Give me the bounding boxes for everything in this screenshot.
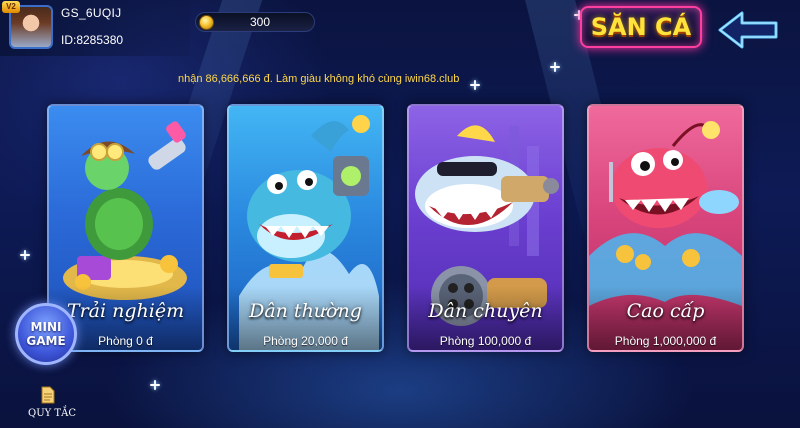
arrow-left-icon (718, 11, 778, 49)
room-name: Cao cấp (626, 300, 705, 322)
mini-game-label: MINI GAME (18, 320, 74, 348)
coin-balance[interactable]: 300 (195, 12, 315, 32)
coin-value: 300 (249, 15, 271, 29)
rules-button[interactable]: QUY TẮC (24, 386, 80, 426)
vip-badge: V2 (2, 1, 20, 13)
room-card-pro[interactable]: Dân chuyên Phòng 100,000 đ (407, 104, 564, 352)
room-card-vip[interactable]: Cao cấp Phòng 1,000,000 đ (587, 104, 744, 352)
username: GS_6UQIJ (61, 6, 122, 20)
sparkle-icon (550, 62, 560, 72)
back-button[interactable] (716, 10, 780, 50)
rules-label: QUY TẮC (28, 408, 76, 419)
announcement-marquee: nhận 86,666,666 đ. Làm giàu không khó cù… (178, 73, 460, 85)
sparkle-icon (20, 250, 30, 260)
room-entry: Phòng 100,000 đ (439, 334, 532, 348)
user-id: ID:8285380 (61, 33, 124, 47)
room-name: Dân chuyên (428, 300, 543, 322)
mini-game-button[interactable]: MINI GAME (15, 303, 77, 365)
sparkle-icon (150, 380, 160, 390)
game-title: SĂN CÁ (580, 6, 702, 48)
room-card-regular[interactable]: Dân thường Phòng 20,000 đ (227, 104, 384, 352)
document-icon (41, 386, 55, 404)
sparkle-icon (470, 80, 480, 90)
user-panel: V2 GS_6UQIJ ID:8285380 (0, 0, 190, 56)
room-entry: Phòng 20,000 đ (263, 334, 348, 348)
mini-game-label-line2: GAME (26, 334, 66, 348)
room-entry: Phòng 1,000,000 đ (614, 334, 717, 348)
room-name: Dân thường (249, 300, 362, 322)
mini-game-label-line1: MINI (30, 320, 62, 334)
